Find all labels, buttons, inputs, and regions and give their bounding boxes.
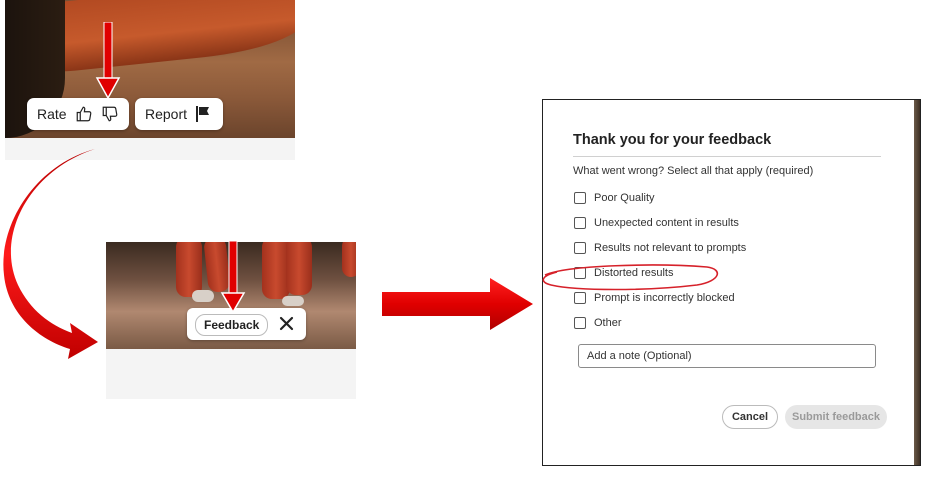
rate-bar: Rate [27, 98, 129, 130]
option-label: Poor Quality [594, 192, 655, 204]
option-label: Unexpected content in results [594, 217, 739, 229]
flag-icon [195, 105, 211, 123]
divider [573, 156, 881, 157]
arrow-down-icon [95, 22, 121, 100]
arrow-right-icon [382, 278, 533, 330]
option-incorrectly-blocked[interactable]: Prompt is incorrectly blocked [574, 292, 735, 304]
feedback-button[interactable]: Feedback [195, 314, 269, 336]
thumbs-up-icon[interactable] [75, 105, 93, 123]
curved-arrow-icon [3, 149, 99, 359]
note-input[interactable]: Add a note (Optional) [578, 344, 876, 368]
checkbox[interactable] [574, 192, 586, 204]
checkbox[interactable] [574, 217, 586, 229]
arrow-down-icon [220, 241, 246, 313]
dialog-question: What went wrong? Select all that apply (… [573, 165, 814, 177]
submit-feedback-button[interactable]: Submit feedback [785, 405, 887, 429]
checkbox[interactable] [574, 292, 586, 304]
option-unexpected-content[interactable]: Unexpected content in results [574, 217, 739, 229]
checkbox[interactable] [574, 242, 586, 254]
option-label: Other [594, 317, 622, 329]
option-poor-quality[interactable]: Poor Quality [574, 192, 655, 204]
rate-label: Rate [37, 106, 67, 122]
option-other[interactable]: Other [574, 317, 622, 329]
thumbs-down-icon[interactable] [101, 105, 119, 123]
option-label: Results not relevant to prompts [594, 242, 747, 254]
highlight-circle [542, 264, 718, 291]
report-label: Report [145, 106, 188, 122]
option-label: Prompt is incorrectly blocked [594, 292, 735, 304]
cancel-button[interactable]: Cancel [722, 405, 778, 429]
feedback-bar: Feedback [187, 308, 306, 340]
option-not-relevant[interactable]: Results not relevant to prompts [574, 242, 746, 254]
rate-panel: Rate Report [5, 0, 295, 160]
dialog-title: Thank you for your feedback [573, 132, 772, 148]
close-icon[interactable] [279, 316, 294, 336]
report-button[interactable]: Report [135, 98, 223, 130]
checkbox[interactable] [574, 317, 586, 329]
